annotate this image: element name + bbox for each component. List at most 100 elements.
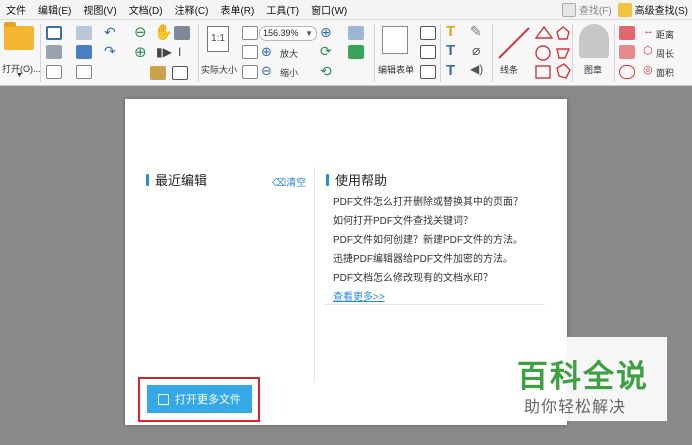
fit-page-icon[interactable] [242, 26, 258, 40]
section-divider [314, 167, 315, 382]
distance-label[interactable]: 距离 [656, 28, 674, 41]
toolbar-separator [572, 24, 573, 82]
help-link[interactable]: 如何打开PDF文件查找关键词？ [333, 212, 523, 231]
menu-comment[interactable]: 注释(C) [169, 2, 215, 17]
text-box-icon[interactable]: T [446, 62, 455, 79]
export-icon[interactable] [46, 65, 62, 79]
attach-icon[interactable]: ⌀ [472, 42, 480, 59]
toolbar-separator [198, 24, 199, 82]
insert-page-icon[interactable] [348, 26, 364, 40]
fit-visible-icon[interactable] [242, 65, 258, 79]
text-field-icon[interactable] [420, 26, 436, 40]
help-link[interactable]: PDF文件如何创建？新建PDF文件的方法。 [333, 231, 523, 250]
area-label[interactable]: 面积 [656, 66, 674, 79]
forward-icon[interactable]: ⊕ [134, 43, 147, 61]
zoom-in-icon[interactable]: ⊕ [261, 44, 272, 60]
distance-icon[interactable]: ↔ [643, 25, 654, 37]
toolbar-separator [440, 24, 441, 82]
watermark: 百科全说 助你轻松解决 [509, 337, 667, 421]
eraser-icon[interactable] [619, 26, 635, 40]
text-select-icon[interactable]: I [178, 45, 181, 59]
back-icon[interactable]: ⊖ [134, 23, 147, 41]
toolbar-separator [614, 24, 615, 82]
advanced-find-button[interactable]: 高级查找(S) [617, 2, 688, 17]
lines-label[interactable]: 线条 [500, 63, 518, 76]
find-button[interactable]: 查找(F) [561, 2, 612, 17]
menu-view[interactable]: 视图(V) [77, 2, 122, 17]
scan-icon[interactable] [76, 45, 92, 59]
save-icon[interactable] [46, 26, 62, 40]
advanced-find-label: 高级查找(S) [634, 6, 688, 17]
recent-section-title: 最近编辑 [146, 170, 207, 189]
rotate-ccw-icon[interactable]: ⟲ [320, 63, 332, 80]
redo-icon[interactable]: ↷ [104, 43, 116, 60]
help-list: PDF文件怎么打开删除或替换其中的页面？ 如何打开PDF文件查找关键词？ PDF… [333, 193, 523, 307]
find-icon [561, 2, 576, 17]
toolbar: 打开(O)... ▼ ↶ ↷ ⊖ ✋ ⊕ ▮▶ I 1:1 实际大小 156.3… [0, 20, 692, 86]
menu-document[interactable]: 文档(D) [123, 2, 169, 17]
menu-tools[interactable]: 工具(T) [260, 2, 305, 17]
select-icon[interactable]: ▮▶ [156, 45, 172, 59]
area-icon[interactable]: ◎ [643, 63, 653, 76]
menu-form[interactable]: 表单(R) [214, 2, 260, 17]
menu-search-group: 查找(F) 高级查找(S) [561, 2, 688, 17]
hand-icon[interactable]: ✋ [154, 23, 173, 41]
undo-icon[interactable]: ↶ [104, 24, 116, 41]
typewriter-icon[interactable]: T [446, 42, 455, 59]
zoom-out-icon[interactable]: ⊖ [261, 63, 272, 79]
actual-size-icon[interactable]: 1:1 [207, 26, 229, 52]
menu-edit[interactable]: 编辑(E) [32, 2, 77, 17]
text-tool-icon[interactable]: T [446, 23, 455, 40]
toolbar-separator [40, 24, 41, 82]
perimeter-label[interactable]: 周长 [656, 47, 674, 60]
add-page-icon[interactable] [348, 45, 364, 59]
measure-area-icon[interactable] [619, 65, 635, 79]
fit-width-icon[interactable] [242, 45, 258, 59]
rotate-cw-icon[interactable]: ⟳ [320, 43, 332, 60]
trash-icon: ⌫ [272, 178, 287, 189]
open-folder-icon[interactable] [4, 22, 34, 50]
help-link[interactable]: PDF文档怎么修改现有的文档水印？ [333, 269, 523, 288]
help-link[interactable]: 迅捷PDF编辑器给PDF文件加密的方法。 [333, 250, 523, 269]
help-title: 使用帮助 [335, 173, 388, 188]
checkbox-field-icon[interactable] [420, 45, 436, 59]
edit-form-icon[interactable] [382, 26, 408, 54]
stamp-icon[interactable] [579, 24, 609, 58]
sound-icon[interactable]: ◀) [470, 62, 483, 76]
snapshot-icon[interactable] [174, 26, 190, 40]
section-accent-bar [146, 173, 149, 186]
perimeter-icon[interactable]: ⬡ [643, 44, 653, 57]
clear-label: 清空 [286, 178, 307, 189]
clear-recent-link[interactable]: ⌫清空 [272, 174, 306, 189]
zoom-out-label[interactable]: 缩小 [280, 66, 298, 79]
help-divider [325, 304, 545, 305]
help-link[interactable]: PDF文件怎么打开删除或替换其中的页面？ [333, 193, 523, 212]
menu-window[interactable]: 窗口(W) [305, 2, 353, 17]
recent-title: 最近编辑 [155, 173, 208, 188]
zoom-dropdown-icon[interactable]: ⊕ [320, 24, 332, 41]
zoom-area-icon[interactable] [150, 66, 166, 80]
watermark-title: 百科全说 [517, 359, 649, 394]
watermark-subtitle: 助你轻松解决 [524, 399, 627, 416]
toolbar-separator [374, 24, 375, 82]
page-tool-icon[interactable] [172, 66, 188, 80]
menu-file[interactable]: 文件 [0, 2, 32, 17]
pencil-icon[interactable] [619, 45, 635, 59]
open-more-files-button[interactable]: 打开更多文件 [147, 385, 252, 413]
zoom-select[interactable]: 156.39% ▼ [259, 26, 317, 41]
shape-tools-icon[interactable] [532, 24, 572, 82]
actual-size-label[interactable]: 实际大小 [201, 63, 237, 76]
line-tool-icon[interactable] [497, 26, 531, 60]
email-icon[interactable] [76, 26, 92, 40]
combo-field-icon[interactable] [420, 65, 436, 79]
link-tool-icon[interactable]: ✎ [470, 23, 482, 40]
menu-bar: 文件 编辑(E) 视图(V) 文档(D) 注释(C) 表单(R) 工具(T) 窗… [0, 0, 692, 20]
open-dropdown-icon[interactable]: ▼ [16, 72, 23, 79]
zoom-in-label[interactable]: 放大 [280, 47, 298, 60]
stamp-label[interactable]: 图章 [584, 63, 602, 76]
edit-form-label[interactable]: 编辑表单 [378, 63, 414, 76]
toolbar-separator [492, 24, 493, 82]
print-icon[interactable] [46, 45, 62, 59]
advanced-find-icon [617, 2, 632, 17]
new-page-icon[interactable] [76, 65, 92, 79]
